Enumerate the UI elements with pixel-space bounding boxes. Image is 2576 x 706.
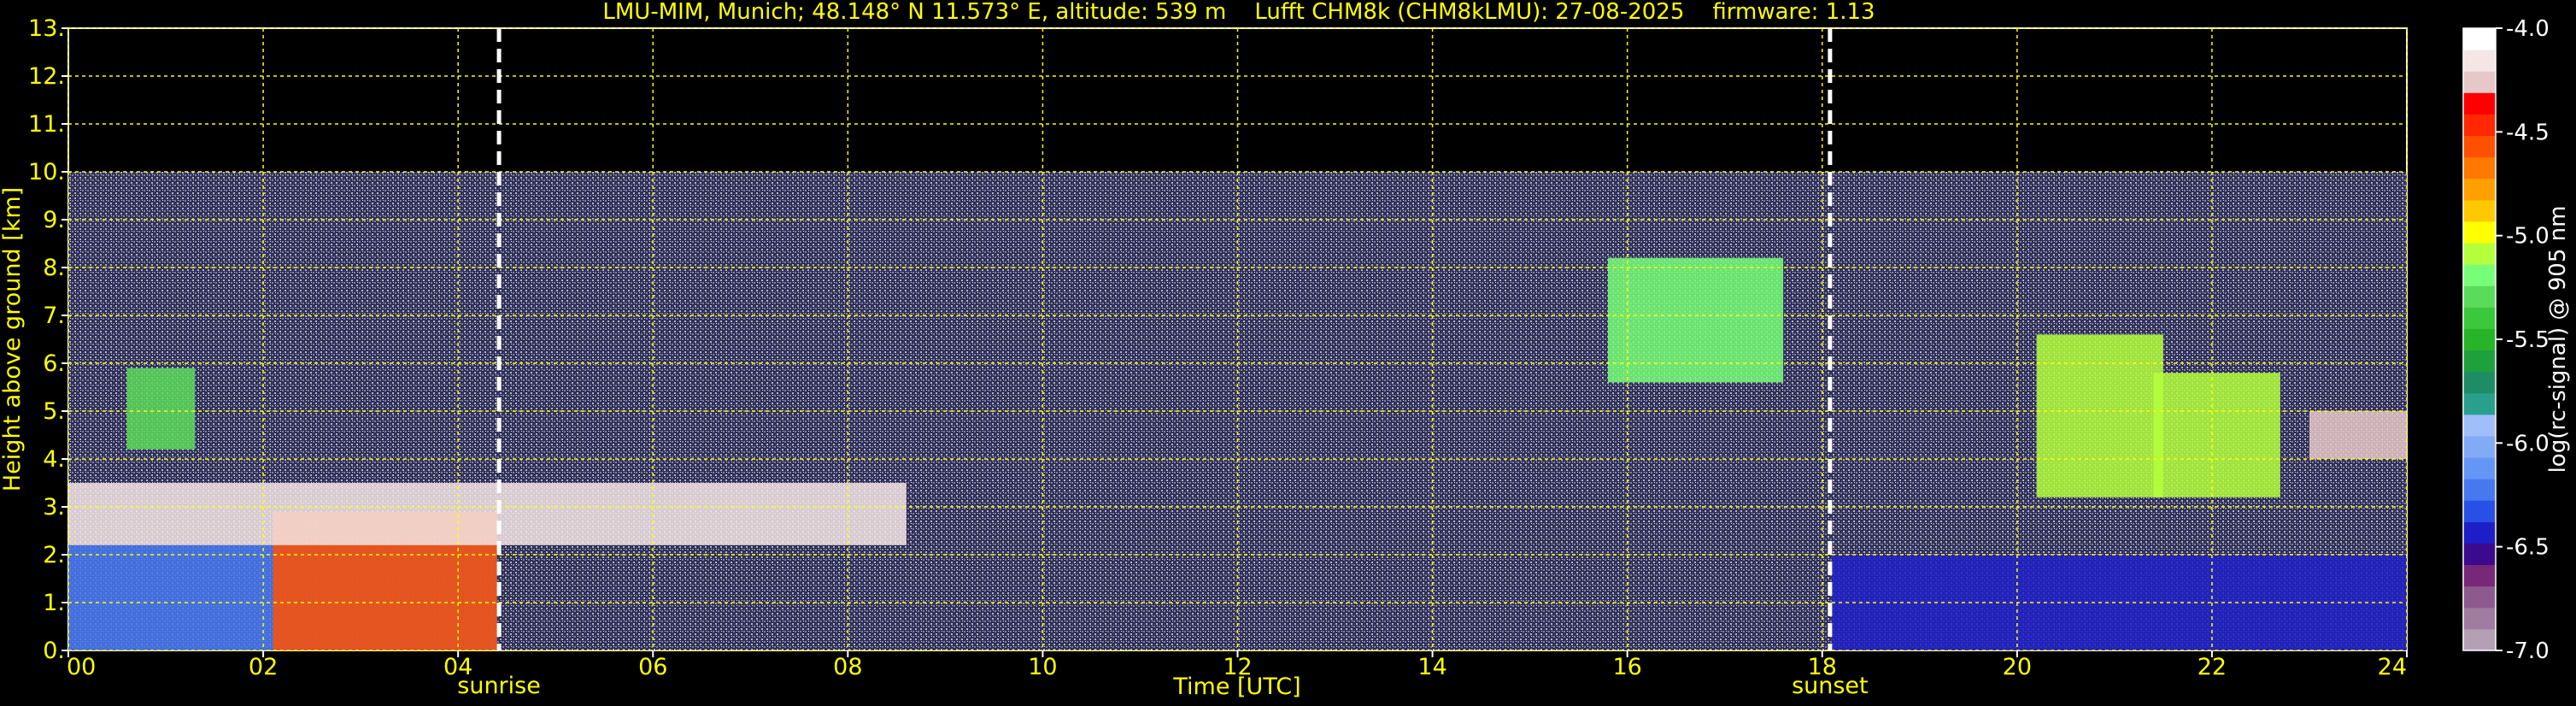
colorbar-tick-label: -5.5 (2506, 327, 2550, 353)
y-tick-label: 3. (43, 494, 65, 521)
y-tick-label: 10. (28, 159, 65, 185)
feature-early-cirrus (126, 368, 196, 450)
colorbar-label: log(rc-signal) @ 905 nm (2545, 206, 2571, 474)
colorbar-segment (2463, 543, 2496, 566)
feature-evening-cloud-base-points (2309, 411, 2407, 459)
x-tick-label: 24 (2378, 654, 2407, 680)
colorbar-segment (2463, 350, 2496, 373)
x-tick-label: 16 (1612, 654, 1641, 680)
colorbar-segment (2463, 285, 2496, 308)
colorbar-segment (2463, 457, 2496, 479)
colorbar-segment (2463, 264, 2496, 286)
colorbar-segment (2463, 500, 2496, 522)
colorbar-tick-label: -4.5 (2506, 120, 2550, 145)
x-tick-label: 08 (833, 654, 862, 680)
y-axis-label: Height above ground [km] (0, 187, 26, 491)
colorbar-segment (2463, 521, 2496, 544)
x-tick-label: 06 (638, 654, 667, 680)
y-tick-label: 12. (28, 63, 65, 90)
y-tick-label: 4. (43, 446, 65, 473)
colorbar-segment (2463, 371, 2496, 394)
colorbar-segment (2463, 435, 2496, 458)
colorbar-segment (2463, 307, 2496, 329)
x-tick-label: 22 (2198, 654, 2227, 680)
colorbar-tick-label: -5.0 (2506, 224, 2550, 250)
x-tick-label: 02 (249, 654, 278, 680)
colorbar-segment (2463, 28, 2496, 50)
colorbar-segment (2463, 414, 2496, 437)
colorbar-segment (2463, 564, 2496, 587)
x-tick-label: 04 (443, 654, 472, 680)
y-tick-label: 8. (43, 255, 65, 281)
x-tick-label: 18 (1808, 654, 1837, 680)
y-tick-label: 11. (28, 111, 65, 138)
colorbar-segment (2463, 199, 2496, 222)
colorbar-segment (2463, 71, 2496, 93)
colorbar-tick-label: -6.0 (2506, 431, 2550, 456)
colorbar-segment (2463, 221, 2496, 244)
colorbar-segment (2463, 243, 2496, 265)
x-axis-label: Time [UTC] (1172, 674, 1300, 700)
x-tick-label: 10 (1028, 654, 1057, 680)
colorbar-tick-label: -6.5 (2506, 535, 2550, 561)
y-tick-label: 9. (43, 207, 65, 233)
colorbar-segment (2463, 607, 2496, 630)
colorbar-segment (2463, 628, 2496, 651)
colorbar-segment (2463, 392, 2496, 415)
y-tick-label: 1. (43, 590, 65, 616)
feature-evening-cirrus-2 (2153, 373, 2280, 497)
feature-evening-cirrus-1 (2036, 334, 2163, 497)
colorbar-segment (2463, 585, 2496, 609)
colorbar-segment (2463, 328, 2496, 351)
colorbar-tick-label: -4.0 (2506, 16, 2550, 42)
colorbar-tick-label: -7.0 (2506, 638, 2550, 664)
ceilometer-chart: LMU-MIM, Munich; 48.148° N 11.573° E, al… (0, 0, 2576, 706)
colorbar-segment (2463, 479, 2496, 501)
y-tick-label: 5. (43, 398, 65, 425)
feature-cloud-base-line-morning (68, 483, 907, 545)
y-tick-label: 6. (43, 350, 65, 377)
y-tick-label: 0. (43, 638, 65, 664)
colorbar-segment (2463, 178, 2496, 201)
colorbar-segment (2463, 156, 2496, 179)
colorbar-segment (2463, 135, 2496, 158)
x-tick-label: 20 (2003, 654, 2032, 680)
x-tick-label: 00 (67, 654, 96, 680)
y-tick-label: 2. (43, 542, 65, 568)
colorbar-segment (2463, 114, 2496, 137)
y-tick-label: 7. (43, 303, 65, 329)
x-tick-label: 14 (1417, 654, 1446, 680)
colorbar-segment (2463, 92, 2496, 115)
y-tick-label: 13. (28, 15, 65, 42)
colorbar-segment (2463, 50, 2496, 72)
chart-title: LMU-MIM, Munich; 48.148° N 11.573° E, al… (602, 0, 1875, 25)
